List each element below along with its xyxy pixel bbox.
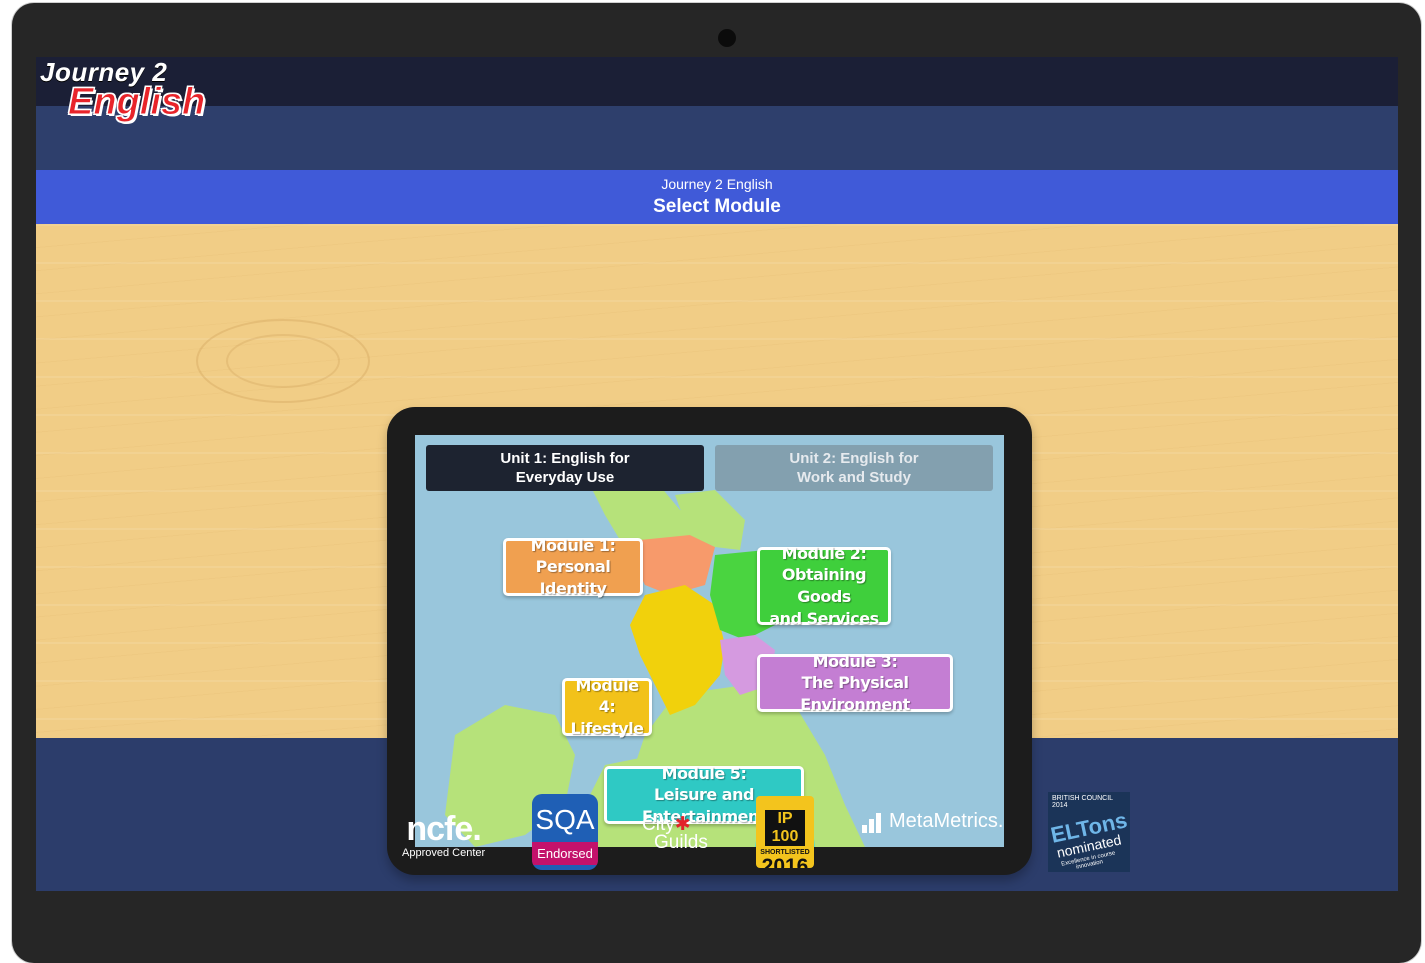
top-bar xyxy=(36,57,1398,106)
module-4-line-1: Module 4: xyxy=(575,675,639,717)
unit-2-line-2: Work and Study xyxy=(797,469,911,486)
unit-2-tab[interactable]: Unit 2: English for Work and Study xyxy=(715,445,993,491)
unit-2-line-1: Unit 2: English for xyxy=(789,449,919,467)
module-2-line-3: and Services xyxy=(769,608,879,628)
unit-1-tab[interactable]: Unit 1: English for Everyday Use xyxy=(426,445,704,491)
city-guilds-logo: City✱ Guilds xyxy=(642,815,708,854)
module-1-line-1: Module 1: xyxy=(530,535,616,555)
eltons-logo: BRITISH COUNCIL 2014 ELTons nominated Ex… xyxy=(1048,792,1130,872)
module-4-button[interactable]: Module 4: Lifestyle xyxy=(562,675,652,738)
module-2-line-2: Obtaining Goods xyxy=(781,565,867,606)
camera-dot xyxy=(718,29,736,47)
module-1-button[interactable]: Module 1: Personal Identity xyxy=(503,535,643,598)
page-title: Select Module xyxy=(653,196,781,217)
ip100-name: IP 100 xyxy=(765,810,805,846)
page-subtitle: Journey 2 English xyxy=(661,176,773,192)
ip100-logo: IP 100 SHORTLISTED 2016 xyxy=(756,796,814,868)
module-5-line-1: Module 5: xyxy=(661,763,747,783)
unit-1-line-2: Everyday Use xyxy=(515,469,615,486)
module-1-line-2: Personal Identity xyxy=(535,557,611,598)
app-screen: Journey 2 English Journey 2 English Sele… xyxy=(36,57,1398,891)
ip100-year: 2016 xyxy=(761,855,809,868)
unit-2-label: Unit 2: English for Work and Study xyxy=(789,449,918,488)
metametrics-name: MetaMetrics. xyxy=(889,810,1004,832)
logo-line-2: English xyxy=(67,81,206,123)
metametrics-bars-icon xyxy=(862,813,883,833)
module-map-screen: Unit 1: English for Everyday Use Unit 2:… xyxy=(415,435,1004,847)
module-3-button[interactable]: Module 3: The Physical Environment xyxy=(757,651,953,714)
header-band xyxy=(36,106,1398,170)
journey2english-logo[interactable]: Journey 2 English xyxy=(40,59,206,123)
unit-1-label: Unit 1: English for Everyday Use xyxy=(500,449,629,488)
city-guilds-line-2: Guilds xyxy=(654,832,708,854)
map-region-orange xyxy=(635,535,715,595)
module-2-line-1: Module 2: xyxy=(781,543,867,563)
sqa-name: SQA xyxy=(535,804,595,835)
ncfe-name: ncfe. xyxy=(406,810,481,848)
module-4-line-2: Lifestyle xyxy=(570,718,644,738)
eltons-header: BRITISH COUNCIL 2014 xyxy=(1052,795,1113,809)
module-3-line-2: The Physical Environment xyxy=(800,673,910,714)
sqa-logo: SQA Endorsed xyxy=(532,794,598,870)
ncfe-tag: Approved Center xyxy=(402,847,486,859)
module-3-line-1: Module 3: xyxy=(812,651,898,671)
title-bar: Journey 2 English Select Module xyxy=(36,170,1398,224)
ncfe-logo: ncfe. Approved Center xyxy=(402,812,485,859)
sqa-tag: Endorsed xyxy=(532,842,598,865)
module-2-button[interactable]: Module 2: Obtaining Goods and Services xyxy=(757,544,891,628)
wood-knot-inner xyxy=(226,334,340,388)
wood-background: Unit 1: English for Everyday Use Unit 2:… xyxy=(36,224,1398,875)
partner-logos: ncfe. Approved Center SQA Endorsed City✱… xyxy=(36,792,1398,882)
metametrics-logo: MetaMetrics. xyxy=(862,810,1003,833)
unit-1-line-1: Unit 1: English for xyxy=(500,449,630,467)
